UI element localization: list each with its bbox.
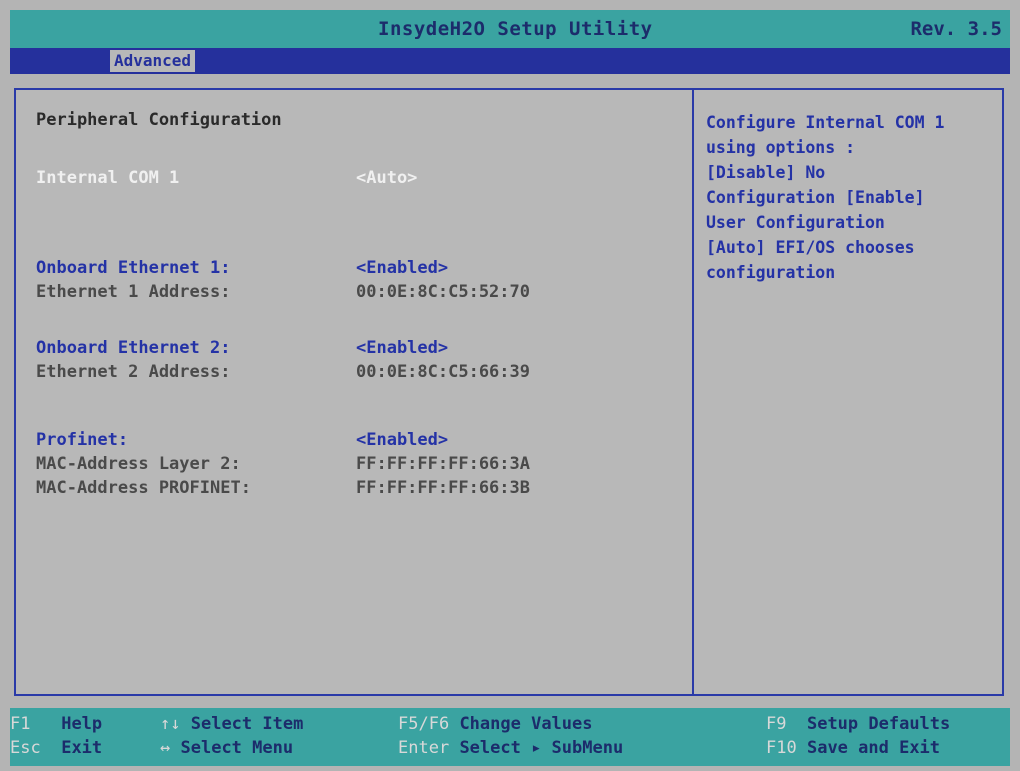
key-help-bar: F1 Help Esc Exit ↑↓ Select Item ↔ Select… — [10, 708, 1010, 766]
help-panel: Configure Internal COM 1 using options :… — [706, 110, 1006, 285]
title-bar: InsydeH2O Setup Utility Rev. 3.5 — [10, 10, 1010, 48]
info-label: MAC-Address PROFINET: — [36, 478, 251, 498]
key-description: Exit — [61, 738, 103, 758]
key-description: Change Values — [459, 714, 593, 734]
setting-label: Profinet: — [36, 430, 129, 450]
key-label: ↔ — [160, 738, 171, 758]
key-help-select-item[interactable]: ↑↓ Select Item — [160, 714, 303, 734]
setting-label: Onboard Ethernet 2: — [36, 338, 231, 358]
setting-value[interactable]: <Enabled> — [356, 258, 448, 278]
help-line: [Auto] EFI/OS chooses — [706, 238, 915, 257]
key-help-esc[interactable]: Esc Exit — [10, 738, 102, 758]
setting-label: Internal COM 1 — [36, 168, 180, 188]
info-value: FF:FF:FF:FF:66:3B — [356, 478, 530, 498]
help-line: configuration — [706, 263, 836, 282]
info-label: Ethernet 2 Address: — [36, 362, 231, 382]
key-description: Save and Exit — [806, 738, 941, 758]
key-description: Select ▸ SubMenu — [459, 738, 624, 758]
key-label: F9 — [766, 714, 787, 734]
setting-value[interactable]: <Enabled> — [356, 430, 448, 450]
info-value: FF:FF:FF:FF:66:3A — [356, 454, 530, 474]
setting-value[interactable]: <Auto> — [356, 168, 417, 188]
key-label: F1 — [10, 714, 31, 734]
key-description: Help — [61, 714, 103, 734]
key-help-setup-defaults[interactable]: F9 Setup Defaults — [766, 714, 950, 734]
key-label: Enter — [398, 738, 450, 758]
key-help-change-values[interactable]: F5/F6 Change Values — [398, 714, 593, 734]
key-help-select-submenu[interactable]: Enter Select ▸ SubMenu — [398, 738, 623, 758]
setting-label: Onboard Ethernet 1: — [36, 258, 231, 278]
help-line: using options : — [706, 138, 856, 157]
panel-divider — [692, 90, 694, 694]
key-description: Setup Defaults — [806, 714, 951, 734]
key-label: Esc — [10, 738, 41, 758]
tab-advanced[interactable]: Advanced — [110, 50, 196, 72]
info-value: 00:0E:8C:C5:52:70 — [356, 282, 530, 302]
app-title: InsydeH2O Setup Utility — [378, 18, 653, 40]
info-value: 00:0E:8C:C5:66:39 — [356, 362, 530, 382]
main-panel: Peripheral Configuration Internal COM 1 … — [14, 88, 1004, 696]
key-description: Select Item — [190, 714, 304, 734]
key-help-save-exit[interactable]: F10 Save and Exit — [766, 738, 940, 758]
info-label: MAC-Address Layer 2: — [36, 454, 241, 474]
setting-value[interactable]: <Enabled> — [356, 338, 448, 358]
help-line: User Configuration — [706, 213, 885, 232]
bios-screen: InsydeH2O Setup Utility Rev. 3.5 Advance… — [0, 0, 1020, 771]
help-line: Configure Internal COM 1 — [706, 113, 945, 132]
key-label: F5/F6 — [398, 714, 450, 734]
key-label: ↑↓ — [160, 714, 181, 734]
key-help-f1[interactable]: F1 Help — [10, 714, 102, 734]
info-label: Ethernet 1 Address: — [36, 282, 231, 302]
key-description: Select Menu — [180, 738, 294, 758]
help-line: Configuration [Enable] — [706, 188, 925, 207]
page-title: Peripheral Configuration — [36, 110, 282, 130]
menu-bar: Advanced — [10, 48, 1010, 74]
key-help-select-menu[interactable]: ↔ Select Menu — [160, 738, 293, 758]
revision-label: Rev. 3.5 — [910, 18, 1002, 40]
help-line: [Disable] No — [706, 163, 826, 182]
key-label: F10 — [766, 738, 797, 758]
